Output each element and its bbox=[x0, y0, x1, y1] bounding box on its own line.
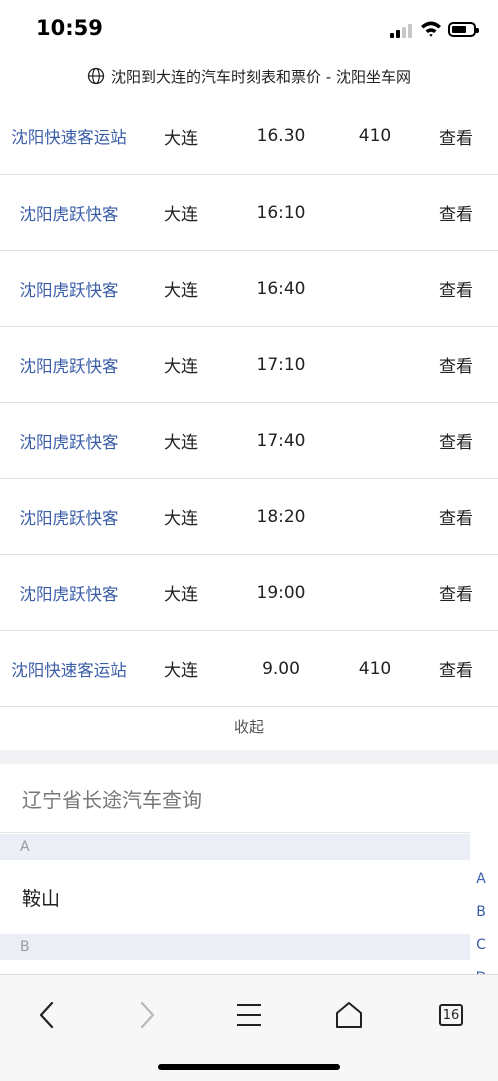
wifi-icon bbox=[421, 21, 441, 37]
price-cell: 410 bbox=[358, 658, 392, 679]
price-cell bbox=[340, 479, 410, 554]
table-row: 沈阳虎跃快客 大连 17:10 查看 bbox=[0, 327, 498, 403]
table-row: 沈阳虎跃快客 大连 19:00 查看 bbox=[0, 555, 498, 631]
browser-toolbar: 16 bbox=[0, 974, 498, 1081]
departure-time-cell: 16:10 bbox=[256, 202, 306, 223]
destination-cell: 大连 bbox=[164, 433, 198, 453]
status-time: 10:59 bbox=[36, 16, 103, 40]
view-button[interactable]: 查看 bbox=[420, 327, 492, 402]
station-link[interactable]: 沈阳虎跃快客 bbox=[0, 251, 138, 326]
station-link[interactable]: 沈阳虎跃快客 bbox=[0, 555, 138, 630]
station-link[interactable]: 沈阳虎跃快客 bbox=[0, 479, 138, 554]
destination-cell: 大连 bbox=[164, 585, 198, 605]
price-cell bbox=[340, 327, 410, 402]
chevron-left-icon bbox=[39, 1001, 54, 1029]
departure-time-cell: 9.00 bbox=[262, 658, 300, 679]
table-row: 沈阳快速客运站 大连 16.30 410 查看 bbox=[0, 98, 498, 175]
index-letter-b[interactable]: B bbox=[470, 895, 492, 928]
back-button[interactable] bbox=[22, 995, 72, 1035]
departure-time-cell: 16:40 bbox=[256, 278, 306, 299]
table-row: 沈阳虎跃快客 大连 18:20 查看 bbox=[0, 479, 498, 555]
price-cell bbox=[340, 251, 410, 326]
menu-icon bbox=[237, 1004, 261, 1026]
menu-button[interactable] bbox=[224, 995, 274, 1035]
station-link[interactable]: 沈阳快速客运站 bbox=[0, 98, 138, 174]
price-cell bbox=[340, 175, 410, 250]
section-title: 辽宁省长途汽车查询 bbox=[22, 788, 202, 812]
station-link[interactable]: 沈阳虎跃快客 bbox=[0, 327, 138, 402]
home-button[interactable] bbox=[324, 995, 374, 1035]
destination-cell: 大连 bbox=[164, 661, 198, 681]
table-row: 沈阳虎跃快客 大连 17:40 查看 bbox=[0, 403, 498, 479]
view-button[interactable]: 查看 bbox=[420, 631, 492, 706]
station-link[interactable]: 沈阳虎跃快客 bbox=[0, 175, 138, 250]
departure-time-cell: 18:20 bbox=[256, 506, 306, 527]
group-header-b: B bbox=[0, 934, 470, 960]
station-link[interactable]: 沈阳虎跃快客 bbox=[0, 403, 138, 478]
departure-time-cell: 19:00 bbox=[256, 582, 306, 603]
chevron-right-icon bbox=[140, 1001, 155, 1029]
section-divider bbox=[0, 750, 498, 764]
destination-cell: 大连 bbox=[164, 281, 198, 301]
cellular-signal-icon bbox=[390, 24, 412, 38]
destination-cell: 大连 bbox=[164, 509, 198, 529]
globe-icon bbox=[87, 67, 105, 85]
view-button[interactable]: 查看 bbox=[420, 403, 492, 478]
table-row: 沈阳虎跃快客 大连 16:40 查看 bbox=[0, 251, 498, 327]
table-row: 沈阳快速客运站 大连 9.00 410 查看 bbox=[0, 631, 498, 707]
schedule-table: 沈阳快速客运站 大连 16.30 410 查看 沈阳虎跃快客 大连 16:10 查看 沈阳虎跃快客… bbox=[0, 98, 498, 707]
index-letter-c[interactable]: C bbox=[470, 928, 492, 961]
departure-time-cell: 17:40 bbox=[256, 430, 306, 451]
url-bar[interactable]: 沈阳到大连的汽车时刻表和票价 - 沈阳坐车网 bbox=[0, 56, 498, 96]
city-item[interactable]: 鞍山 bbox=[22, 884, 60, 911]
tabs-button[interactable]: 16 bbox=[426, 995, 476, 1035]
table-row: 沈阳虎跃快客 大连 16:10 查看 bbox=[0, 175, 498, 251]
station-link[interactable]: 沈阳快速客运站 bbox=[0, 631, 138, 706]
tab-count-badge: 16 bbox=[439, 1004, 463, 1026]
status-bar: 10:59 bbox=[0, 0, 498, 56]
battery-icon bbox=[448, 22, 479, 37]
home-indicator bbox=[158, 1064, 340, 1070]
departure-time-cell: 16.30 bbox=[256, 126, 306, 146]
collapse-button[interactable]: 收起 bbox=[0, 702, 498, 750]
view-button[interactable]: 查看 bbox=[420, 175, 492, 250]
home-icon bbox=[336, 1002, 362, 1028]
forward-button[interactable] bbox=[122, 995, 172, 1035]
price-cell: 410 bbox=[358, 126, 392, 146]
view-button[interactable]: 查看 bbox=[420, 555, 492, 630]
divider bbox=[0, 832, 470, 833]
destination-cell: 大连 bbox=[164, 357, 198, 377]
index-letter-a[interactable]: A bbox=[470, 862, 492, 895]
destination-cell: 大连 bbox=[164, 128, 198, 149]
view-button[interactable]: 查看 bbox=[420, 479, 492, 554]
view-button[interactable]: 查看 bbox=[420, 98, 492, 174]
price-cell bbox=[340, 555, 410, 630]
destination-cell: 大连 bbox=[164, 205, 198, 225]
group-header-a: A bbox=[0, 834, 470, 860]
view-button[interactable]: 查看 bbox=[420, 251, 492, 326]
price-cell bbox=[340, 403, 410, 478]
departure-time-cell: 17:10 bbox=[256, 354, 306, 375]
page-title: 沈阳到大连的汽车时刻表和票价 - 沈阳坐车网 bbox=[111, 67, 411, 86]
